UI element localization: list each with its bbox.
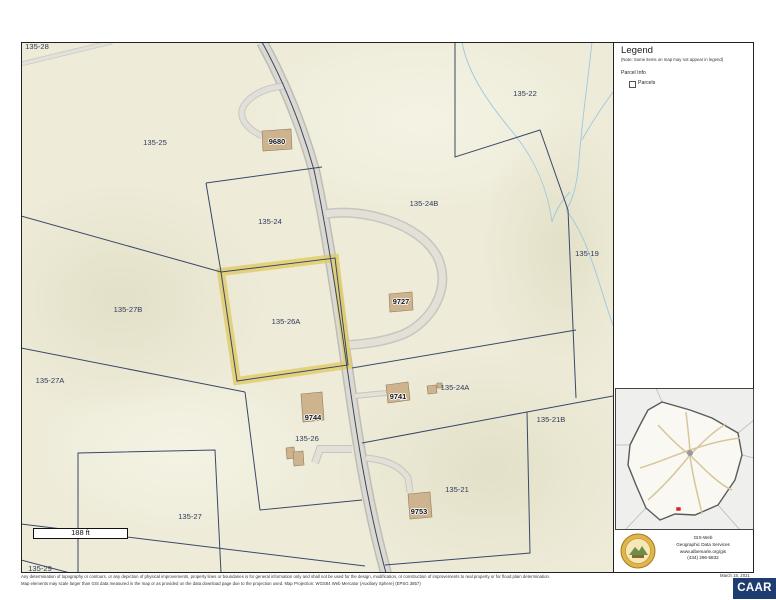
caar-badge: CAAR xyxy=(733,578,776,599)
seal-base xyxy=(632,555,644,558)
overview-map-content xyxy=(615,388,754,530)
parcel-id-label: 135-24 xyxy=(258,217,282,226)
parcel-id-label: 135-27B xyxy=(114,305,143,314)
legend-title: Legend xyxy=(621,45,654,56)
parcel-id-label: 135-28 xyxy=(25,42,49,51)
parcel-id-label: 135-29 xyxy=(28,564,52,573)
parcel-id-label: 135-21B xyxy=(537,415,566,424)
building-footprint xyxy=(292,450,305,467)
county-overview-map xyxy=(615,388,754,530)
projection-note: Map elements may scale larger than GIS d… xyxy=(21,580,421,586)
county-seal-logo xyxy=(620,533,656,569)
selected-parcel-label: 135-26A xyxy=(272,317,302,326)
parcel-id-label: 135-26 xyxy=(295,434,319,443)
legend-section-parcel-info: Parcel Info xyxy=(621,70,646,76)
address-label: 9727 xyxy=(393,297,409,306)
terrain-highlight xyxy=(40,370,320,530)
legend-item-parcels: Parcels xyxy=(638,80,656,87)
parcel-id-label: 135-27A xyxy=(36,376,66,385)
disclaimer-text: Any determination of topography or conto… xyxy=(21,574,551,579)
org-website: www.albemarle.org/gis xyxy=(679,548,727,554)
location-marker-icon xyxy=(675,506,682,512)
parcel-symbol-icon xyxy=(629,81,636,88)
address-label: 9753 xyxy=(411,507,427,516)
parcel-id-label: 135-22 xyxy=(513,89,537,98)
city-area xyxy=(687,450,693,456)
org-phone: (434) 296-5832 xyxy=(687,555,719,561)
address-label: 9741 xyxy=(390,392,406,401)
organization-info: GIS-Web Geographic Data Services www.alb… xyxy=(660,535,746,562)
address-label: 9744 xyxy=(305,413,322,422)
parcel-id-label: 135-21 xyxy=(445,485,469,494)
address-label: 9680 xyxy=(269,137,285,146)
scale-bar: 188 ft xyxy=(33,528,128,539)
parcel-id-label: 135-24A xyxy=(441,383,471,392)
parcel-id-label: 135-25 xyxy=(143,138,167,147)
parcel-id-label: 135-19 xyxy=(575,249,599,258)
parcel-map: 135-28 135-25 135-22 135-24B 135-24 135-… xyxy=(21,42,613,573)
legend-note: (Note: Some items on map may not appear … xyxy=(621,56,724,62)
parcel-id-label: 135-27 xyxy=(178,512,202,521)
org-department: Geographic Data Services xyxy=(676,541,730,547)
map-canvas: 135-28 135-25 135-22 135-24B 135-24 135-… xyxy=(21,42,754,573)
map-printout: 135-28 135-25 135-22 135-24B 135-24 135-… xyxy=(0,0,776,600)
parcel-id-label: 135-24B xyxy=(410,199,439,208)
building-footprint xyxy=(426,384,438,395)
footer-disclaimer: Any determination of topography or conto… xyxy=(21,574,711,587)
org-name: GIS-Web xyxy=(693,535,713,540)
